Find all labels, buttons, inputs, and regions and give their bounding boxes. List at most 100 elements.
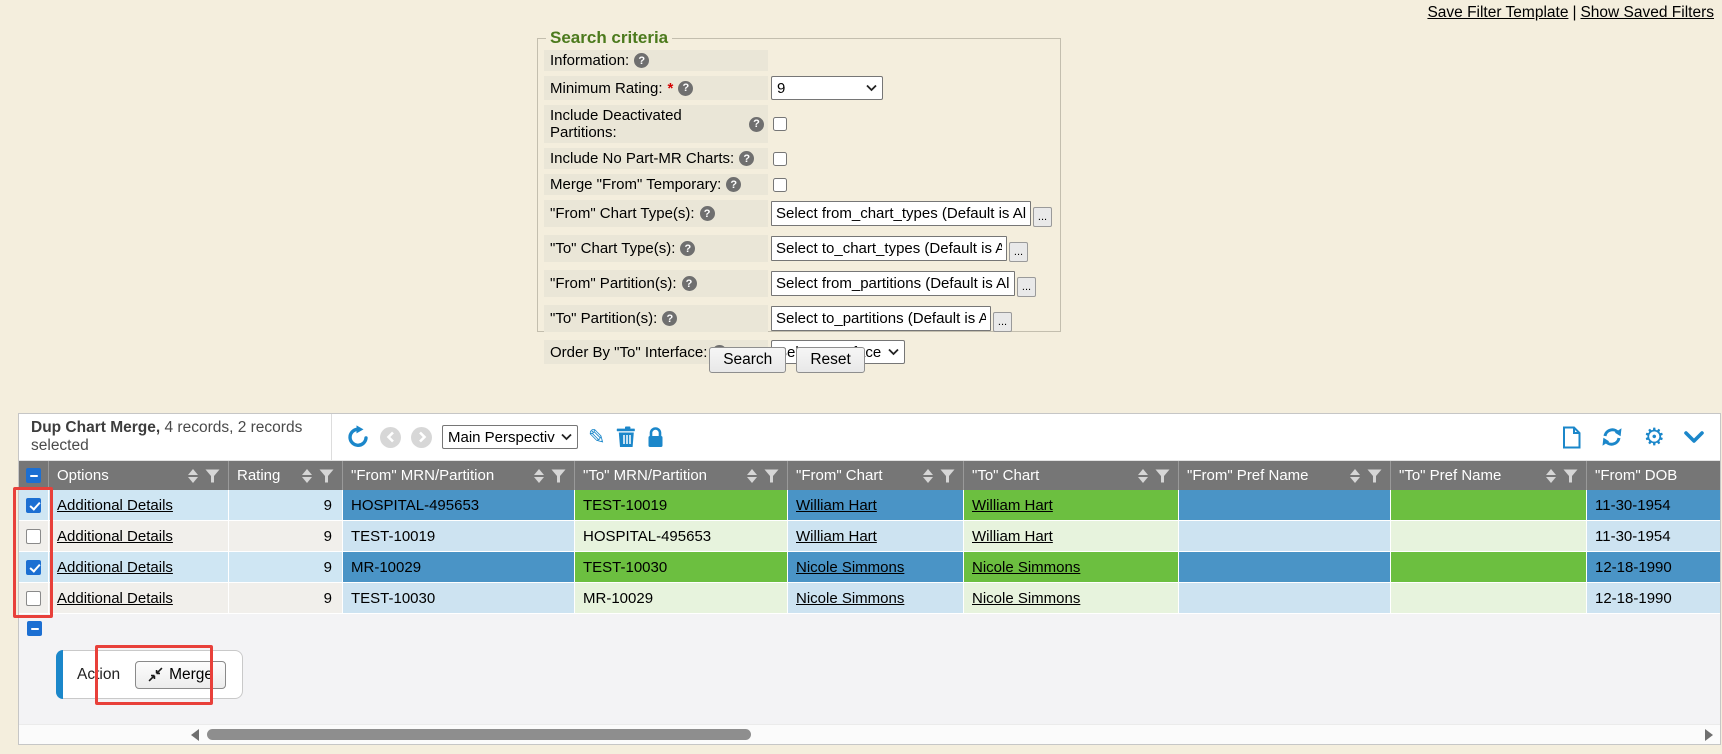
horizontal-scrollbar[interactable] xyxy=(19,724,1720,744)
delete-trash-icon[interactable] xyxy=(616,426,636,448)
row-checkbox[interactable] xyxy=(26,498,41,513)
help-icon[interactable] xyxy=(700,206,715,221)
minimum-rating-select[interactable]: 9 xyxy=(771,76,883,100)
filter-funnel-icon[interactable] xyxy=(940,469,955,483)
reset-button[interactable]: Reset xyxy=(796,347,865,373)
previous-icon[interactable] xyxy=(380,427,401,448)
from-chart-link[interactable]: William Hart xyxy=(796,528,877,545)
column-header[interactable]: "To" Chart xyxy=(964,461,1179,490)
from-chart-link[interactable]: Nicole Simmons xyxy=(796,590,904,607)
to-chart-link[interactable]: William Hart xyxy=(972,497,1053,514)
to-chart-link[interactable]: William Hart xyxy=(972,528,1053,545)
from-chart-link[interactable]: William Hart xyxy=(796,497,877,514)
include-no-part-mr-charts-label: Include No Part-MR Charts: xyxy=(544,148,768,169)
sort-icon[interactable] xyxy=(534,469,544,483)
sort-icon[interactable] xyxy=(923,469,933,483)
from-partitions-picker-button[interactable]: ... xyxy=(1017,277,1036,297)
refresh-icon[interactable] xyxy=(1600,425,1624,449)
additional-details-link[interactable]: Additional Details xyxy=(57,497,173,514)
from-chart-cell: William Hart xyxy=(788,490,964,521)
column-header[interactable]: "From" MRN/Partition xyxy=(343,461,575,490)
perspective-select[interactable]: Main Perspective xyxy=(442,425,578,449)
to-mrn-value: TEST-10019 xyxy=(583,497,667,514)
column-header[interactable]: "From" DOB xyxy=(1587,461,1721,490)
search-button[interactable]: Search xyxy=(709,347,786,373)
help-icon[interactable] xyxy=(680,241,695,256)
table-row: Additional Details 9 TEST-10030 MR-10029… xyxy=(19,583,1720,614)
help-icon[interactable] xyxy=(739,151,754,166)
scrollbar-thumb[interactable] xyxy=(207,729,751,740)
column-header[interactable]: Options xyxy=(49,461,229,490)
sort-icon[interactable] xyxy=(747,469,757,483)
undo-icon[interactable] xyxy=(346,425,370,449)
column-header-label: "To" Chart xyxy=(972,467,1039,484)
from-partitions-input[interactable] xyxy=(771,271,1015,296)
to-chart-link[interactable]: Nicole Simmons xyxy=(972,590,1080,607)
column-header[interactable]: "From" Pref Name xyxy=(1179,461,1391,490)
additional-details-link[interactable]: Additional Details xyxy=(57,559,173,576)
sort-icon[interactable] xyxy=(1138,469,1148,483)
help-icon[interactable] xyxy=(678,81,693,96)
edit-pencil-icon[interactable]: ✎ xyxy=(588,427,606,448)
row-checkbox[interactable] xyxy=(26,560,41,575)
help-icon[interactable] xyxy=(749,117,764,132)
show-saved-filters-link[interactable]: Show Saved Filters xyxy=(1580,4,1714,21)
collapse-chevron-icon[interactable] xyxy=(1684,431,1704,444)
next-icon[interactable] xyxy=(411,427,432,448)
row-checkbox[interactable] xyxy=(26,591,41,606)
from-chart-types-input[interactable] xyxy=(771,201,1031,226)
lock-icon[interactable] xyxy=(646,426,665,448)
filter-funnel-icon[interactable] xyxy=(1367,469,1382,483)
column-header[interactable]: "To" Pref Name xyxy=(1391,461,1587,490)
column-header[interactable]: "From" Chart xyxy=(788,461,964,490)
from-mrn-value: HOSPITAL-495653 xyxy=(351,497,479,514)
merge-button[interactable]: Merge xyxy=(135,661,226,689)
help-icon[interactable] xyxy=(662,311,677,326)
to-chart-types-picker-button[interactable]: ... xyxy=(1009,242,1028,262)
additional-details-link[interactable]: Additional Details xyxy=(57,590,173,607)
column-header[interactable]: Rating xyxy=(229,461,343,490)
help-icon[interactable] xyxy=(634,53,649,68)
column-header-label: "From" DOB xyxy=(1595,467,1677,484)
column-header[interactable]: "To" MRN/Partition xyxy=(575,461,788,490)
filter-funnel-icon[interactable] xyxy=(551,469,566,483)
row-checkbox-cell xyxy=(19,490,49,521)
search-criteria-fieldset: Search criteria Information: Minimum Rat… xyxy=(537,28,1061,332)
to-chart-link[interactable]: Nicole Simmons xyxy=(972,559,1080,576)
filter-funnel-icon[interactable] xyxy=(1563,469,1578,483)
sort-icon[interactable] xyxy=(1350,469,1360,483)
additional-details-link[interactable]: Additional Details xyxy=(57,528,173,545)
merge-from-temporary-checkbox[interactable] xyxy=(773,178,787,192)
row-checkbox[interactable] xyxy=(26,529,41,544)
sort-icon[interactable] xyxy=(302,469,312,483)
include-no-part-mr-charts-checkbox[interactable] xyxy=(773,152,787,166)
settings-gear-icon[interactable]: ⚙ xyxy=(1643,425,1665,449)
from-dob-cell: 12-18-1990 xyxy=(1587,552,1721,583)
column-header-label: "From" MRN/Partition xyxy=(351,467,494,484)
select-all-checkbox[interactable] xyxy=(26,468,41,483)
to-partitions-picker-button[interactable]: ... xyxy=(993,312,1012,332)
filter-funnel-icon[interactable] xyxy=(1155,469,1170,483)
options-cell: Additional Details xyxy=(49,552,229,583)
select-all-footer-checkbox[interactable] xyxy=(27,621,42,636)
new-document-icon[interactable] xyxy=(1562,426,1581,449)
to-chart-types-input[interactable] xyxy=(771,236,1007,261)
dup-chart-merge-grid: Dup Chart Merge, 4 records, 2 records se… xyxy=(18,413,1721,745)
merge-button-label: Merge xyxy=(169,666,213,684)
include-deactivated-partitions-checkbox[interactable] xyxy=(773,117,787,131)
sort-icon[interactable] xyxy=(1546,469,1556,483)
grid-title: Dup Chart Merge, 4 records, 2 records se… xyxy=(19,419,331,455)
help-icon[interactable] xyxy=(726,177,741,192)
to-partitions-input[interactable] xyxy=(771,306,991,331)
scroll-right-arrow-icon[interactable] xyxy=(1705,729,1713,741)
sort-icon[interactable] xyxy=(188,469,198,483)
grid-footer: Action Merge xyxy=(19,614,1720,721)
filter-funnel-icon[interactable] xyxy=(764,469,779,483)
save-filter-template-link[interactable]: Save Filter Template xyxy=(1427,4,1568,21)
from-chart-types-picker-button[interactable]: ... xyxy=(1033,207,1052,227)
filter-funnel-icon[interactable] xyxy=(319,469,334,483)
scroll-left-arrow-icon[interactable] xyxy=(191,729,199,741)
filter-funnel-icon[interactable] xyxy=(205,469,220,483)
help-icon[interactable] xyxy=(682,276,697,291)
from-chart-link[interactable]: Nicole Simmons xyxy=(796,559,904,576)
